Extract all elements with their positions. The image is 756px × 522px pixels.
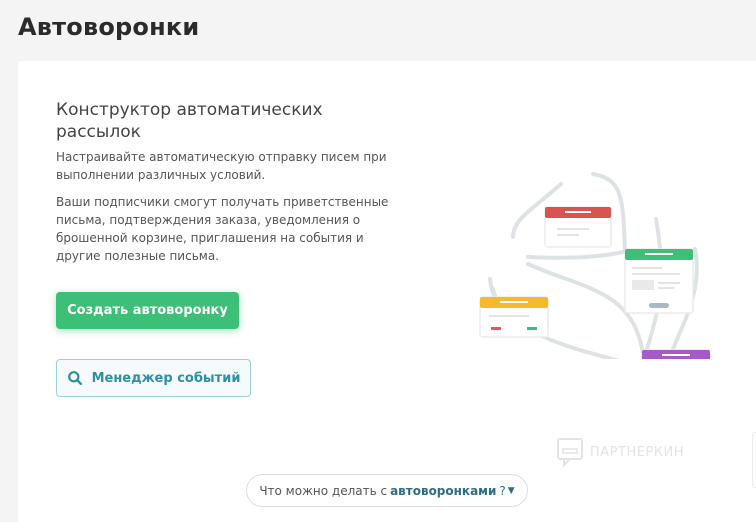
email-card-green bbox=[624, 248, 694, 314]
page-title: Автоворонки bbox=[18, 13, 200, 41]
email-card-purple bbox=[641, 349, 711, 359]
faq-dropdown[interactable]: Что можно делать с автоворонками ? ▼ bbox=[246, 474, 528, 507]
faq-prefix: Что можно делать с bbox=[259, 483, 388, 498]
watermark-text: ПАРТНЕРКИН bbox=[590, 444, 685, 460]
chat-bubble-icon bbox=[557, 438, 583, 467]
scroll-edge bbox=[752, 432, 756, 488]
event-manager-label: Менеджер событий bbox=[91, 370, 241, 386]
watermark: ПАРТНЕРКИН bbox=[556, 437, 684, 467]
email-card-yellow bbox=[479, 296, 549, 338]
automation-intro-card: Конструктор автоматических рассылок Наст… bbox=[18, 61, 756, 522]
event-manager-button[interactable]: Менеджер событий bbox=[56, 359, 251, 397]
automation-flow-illustration bbox=[479, 172, 711, 359]
email-card-red bbox=[544, 206, 612, 248]
search-icon bbox=[67, 371, 82, 386]
description-conditions: Настраивайте автоматическую отправку пис… bbox=[56, 150, 387, 182]
faq-suffix: ? bbox=[499, 483, 506, 498]
caret-down-icon: ▼ bbox=[507, 485, 515, 496]
description-subscribers: Ваши подписчики смогут получать приветст… bbox=[56, 195, 389, 263]
create-automation-button[interactable]: Создать автоворонку bbox=[56, 292, 239, 329]
faq-highlight: автоворонками bbox=[390, 483, 497, 498]
card-title: Конструктор автоматических рассылок bbox=[56, 100, 323, 142]
